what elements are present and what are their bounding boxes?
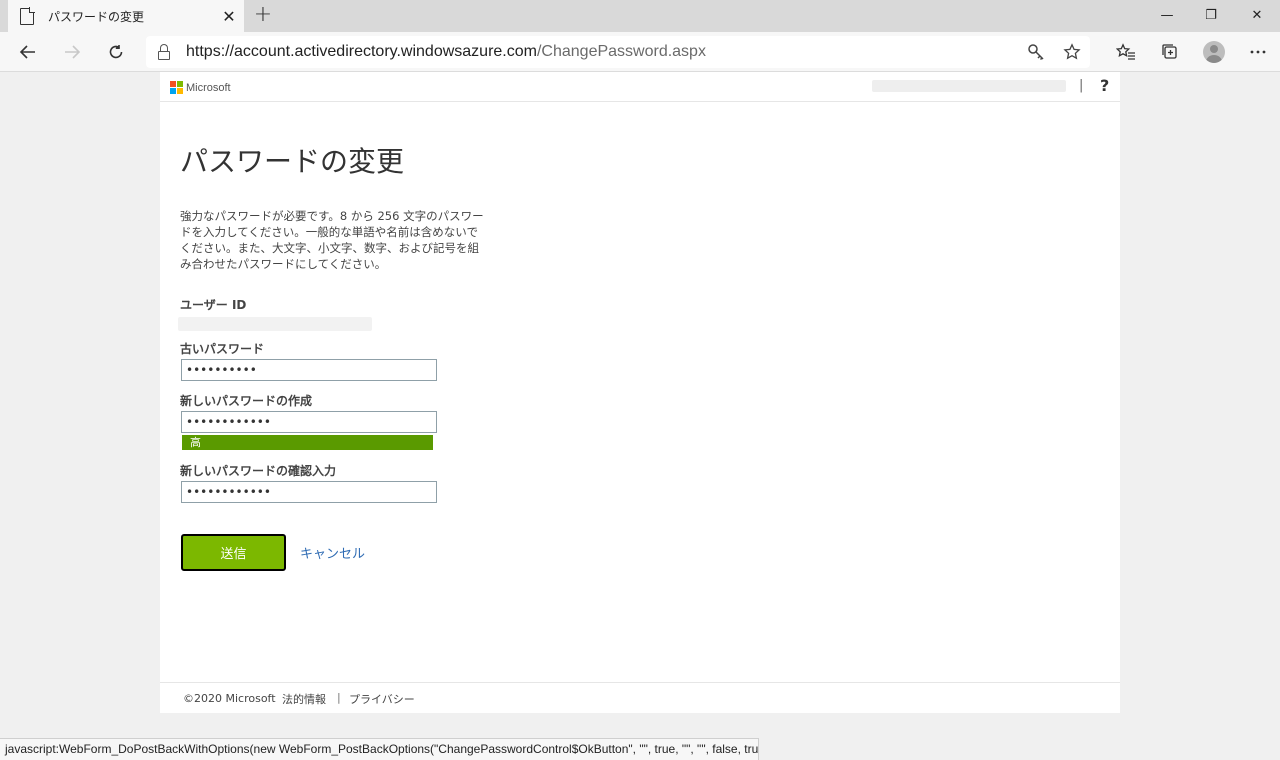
page-icon xyxy=(20,6,35,25)
privacy-link[interactable]: プライバシー xyxy=(349,691,415,707)
address-bar[interactable]: https://account.activedirectory.windowsa… xyxy=(146,36,1090,68)
submit-button[interactable]: 送信 xyxy=(181,534,286,571)
url-host: https://account.activedirectory.windowsa… xyxy=(186,43,537,60)
intro-line: ください。また、大文字、小文字、数字、および記号を組 xyxy=(180,241,479,255)
collections-icon[interactable] xyxy=(1148,36,1192,68)
restore-button[interactable]: ❐ xyxy=(1188,0,1234,30)
confirm-password-label: 新しいパスワードの確認入力 xyxy=(180,464,337,478)
old-password-label: 古いパスワード xyxy=(180,342,265,356)
back-icon xyxy=(19,45,35,59)
back-button[interactable] xyxy=(12,36,44,68)
new-tab-button[interactable]: + xyxy=(252,4,274,26)
microsoft-logo: Microsoft xyxy=(170,81,231,94)
intro-line: み合わせたパスワードにしてください。 xyxy=(180,257,387,271)
browser-tab[interactable]: パスワードの変更 ✕ xyxy=(8,0,244,32)
cancel-link[interactable]: キャンセル xyxy=(300,543,365,562)
page-viewport: Microsoft | ? パスワードの変更 強力なパスワードが必要です。8 か… xyxy=(0,72,1280,760)
form-content: パスワードの変更 強力なパスワードが必要です。8 から 256 文字のパスワー … xyxy=(178,142,520,571)
new-password-label: 新しいパスワードの作成 xyxy=(180,394,313,408)
microsoft-header: Microsoft | ? xyxy=(160,72,1120,102)
forward-button[interactable] xyxy=(56,36,88,68)
page-footer: ©2020 Microsoft 法的情報 | プライバシー xyxy=(160,682,1120,713)
new-password-field[interactable]: •••••••••••• xyxy=(181,411,437,433)
tab-close-icon[interactable]: ✕ xyxy=(218,7,240,26)
refresh-button[interactable] xyxy=(100,36,132,68)
confirm-password-field[interactable]: •••••••••••• xyxy=(181,481,437,503)
navigation-bar: https://account.activedirectory.windowsa… xyxy=(0,32,1280,72)
status-bar-link-preview: javascript:WebForm_DoPostBackWithOptions… xyxy=(0,738,759,760)
profile-button[interactable] xyxy=(1192,36,1236,68)
page-title: パスワードの変更 xyxy=(180,145,405,178)
user-id-label: ユーザー ID xyxy=(180,298,247,312)
url-text[interactable]: https://account.activedirectory.windowsa… xyxy=(186,43,1018,61)
refresh-icon xyxy=(109,45,123,59)
more-icon[interactable] xyxy=(1236,36,1280,68)
url-path: /ChangePassword.aspx xyxy=(536,43,706,60)
change-password-card: Microsoft | ? パスワードの変更 強力なパスワードが必要です。8 か… xyxy=(160,72,1120,713)
brand-name: Microsoft xyxy=(186,81,231,94)
account-name-redacted xyxy=(872,80,1066,92)
minimize-button[interactable]: — xyxy=(1144,0,1190,30)
intro-line: 強力なパスワードが必要です。8 から 256 文字のパスワー xyxy=(180,209,484,223)
user-id-value-redacted xyxy=(178,317,372,331)
intro-line: ドを入力してください。一般的な単語や名前は含めないで xyxy=(180,225,478,239)
microsoft-logo-icon xyxy=(170,81,183,94)
profile-avatar xyxy=(1203,41,1225,63)
favorites-icon[interactable] xyxy=(1104,36,1148,68)
forward-icon xyxy=(65,45,81,59)
tab-strip: パスワードの変更 ✕ + — ❐ ✕ xyxy=(0,0,1280,32)
footer-separator: | xyxy=(337,691,341,704)
old-password-field[interactable]: •••••••••• xyxy=(181,359,437,381)
tab-title: パスワードの変更 xyxy=(48,9,145,24)
close-window-button[interactable]: ✕ xyxy=(1234,0,1280,30)
key-icon[interactable] xyxy=(1018,38,1054,66)
star-icon[interactable] xyxy=(1054,38,1090,66)
help-icon[interactable]: ? xyxy=(1100,76,1109,95)
header-separator: | xyxy=(1079,78,1084,93)
lock-icon xyxy=(158,44,170,60)
legal-link[interactable]: 法的情報 xyxy=(282,691,326,707)
copyright-text: ©2020 Microsoft xyxy=(183,692,276,705)
password-requirements-text: 強力なパスワードが必要です。8 から 256 文字のパスワー ドを入力してくださ… xyxy=(180,208,500,272)
password-strength-indicator: 高 xyxy=(182,435,433,450)
